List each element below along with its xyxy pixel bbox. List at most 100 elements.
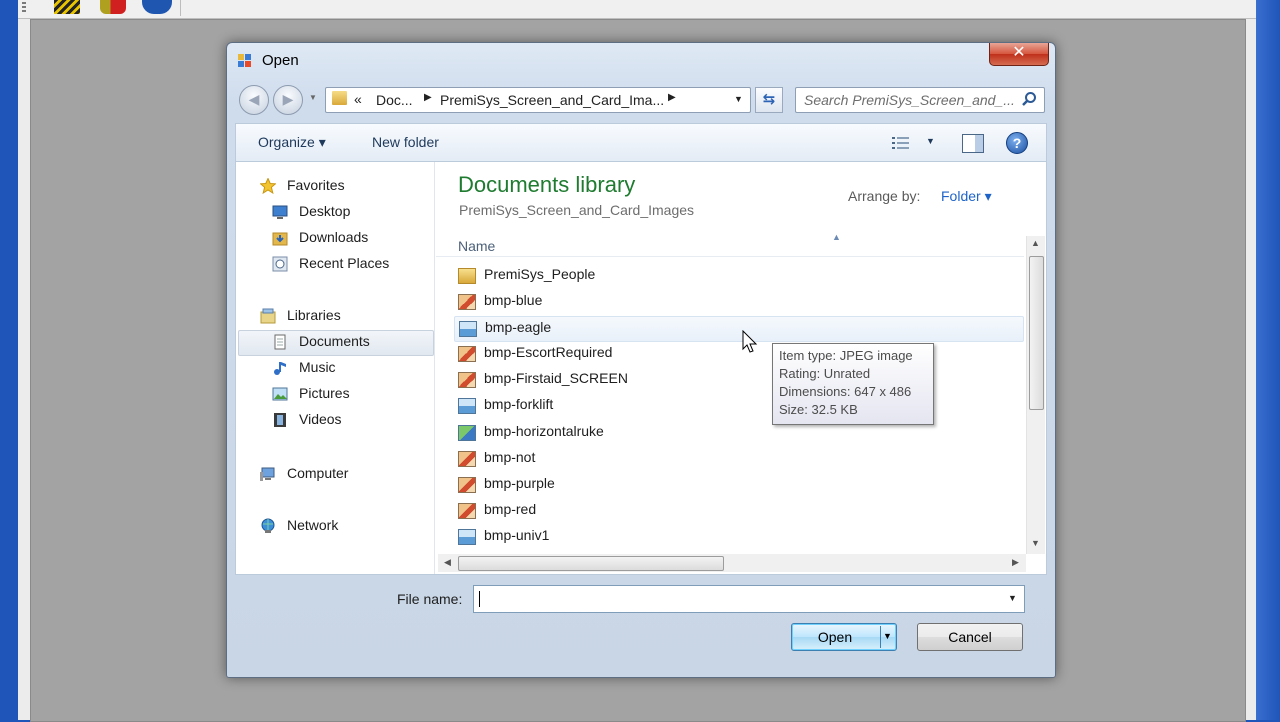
file-name: bmp-univ1 xyxy=(484,527,550,543)
command-bar: Organize ▾ New folder ▼ ? xyxy=(235,123,1047,162)
file-name-dropdown-icon[interactable]: ▼ xyxy=(1008,593,1017,603)
pictures-icon xyxy=(272,387,288,401)
bitmap-icon xyxy=(458,477,476,493)
vertical-scroll-thumb[interactable] xyxy=(1029,256,1044,410)
videos-icon xyxy=(274,413,286,427)
file-name: bmp-EscortRequired xyxy=(484,344,613,360)
vertical-scrollbar[interactable]: ▲ ▼ xyxy=(1026,236,1045,554)
open-options-dropdown-icon[interactable]: ▼ xyxy=(883,631,892,641)
tooltip-rating: Rating: Unrated xyxy=(779,366,871,381)
cancel-button[interactable]: Cancel xyxy=(917,623,1023,651)
recent-locations-dropdown[interactable]: ▼ xyxy=(309,93,317,102)
horizontal-scroll-thumb[interactable] xyxy=(458,556,724,571)
hazard-tool-icon[interactable] xyxy=(54,0,80,14)
alarm-tool-icon[interactable] xyxy=(100,0,126,14)
search-input[interactable]: Search PremiSys_Screen_and_... xyxy=(795,87,1045,113)
toolbar-grip[interactable] xyxy=(22,2,26,14)
forward-button[interactable]: ▶ xyxy=(273,85,303,115)
scroll-up-icon[interactable]: ▲ xyxy=(1031,238,1040,248)
file-info-tooltip: Item type: JPEG image Rating: Unrated Di… xyxy=(772,343,934,425)
bitmap-icon xyxy=(458,346,476,362)
app-toolbar xyxy=(18,0,1256,19)
desktop-edge xyxy=(1256,0,1280,720)
refresh-button[interactable]: ⇆ xyxy=(755,87,783,113)
file-item[interactable]: bmp-horizontalruke xyxy=(454,421,1024,445)
nav-label: Recent Places xyxy=(299,255,390,271)
organize-button[interactable]: Organize ▾ xyxy=(258,134,326,151)
back-button[interactable]: ◀ xyxy=(239,85,269,115)
desktop-icon xyxy=(272,205,288,219)
scroll-down-icon[interactable]: ▼ xyxy=(1031,538,1040,548)
dialog-title: Open xyxy=(262,52,299,69)
file-pane: Documents library PremiSys_Screen_and_Ca… xyxy=(436,162,1046,574)
file-name: bmp-purple xyxy=(484,475,555,491)
search-icon[interactable] xyxy=(1021,91,1037,107)
text-caret xyxy=(479,591,480,607)
open-button-label: Open xyxy=(817,629,853,645)
file-item-hovered[interactable]: bmp-eagle xyxy=(454,316,1024,342)
library-title: Documents library xyxy=(458,172,636,197)
music-icon xyxy=(274,362,286,375)
new-folder-button[interactable]: New folder xyxy=(372,134,439,150)
scroll-left-icon[interactable]: ◀ xyxy=(444,557,451,568)
file-name: bmp-eagle xyxy=(485,319,552,335)
back-arrow-icon: ◀ xyxy=(248,91,260,107)
dialog-app-icon xyxy=(238,54,252,68)
documents-icon xyxy=(274,334,286,350)
file-item[interactable]: bmp-EscortRequired xyxy=(454,342,1024,366)
file-item[interactable]: bmp-red xyxy=(454,499,1024,523)
address-dropdown-icon[interactable]: ▼ xyxy=(734,94,743,104)
tooltip-size: Size: 32.5 KB xyxy=(779,402,858,417)
bitmap-icon xyxy=(458,294,476,310)
address-bar[interactable]: « Doc... ▶ PremiSys_Screen_and_Card_Ima.… xyxy=(325,87,751,113)
file-name: bmp-not xyxy=(484,449,536,465)
folder-icon xyxy=(332,91,347,105)
file-item[interactable]: PremiSys_People xyxy=(454,264,1024,288)
forward-arrow-icon: ▶ xyxy=(282,91,294,107)
help-icon[interactable]: ? xyxy=(1006,132,1028,154)
file-item[interactable]: bmp-univ1 xyxy=(454,525,1024,549)
nav-label: Network xyxy=(287,517,339,533)
file-list: PremiSys_People bmp-blue bmp-eagle bmp-E… xyxy=(436,264,1024,552)
file-item[interactable]: bmp-Firstaid_SCREEN xyxy=(454,368,1024,392)
jpeg-icon xyxy=(459,321,477,337)
breadcrumb-current-folder[interactable]: PremiSys_Screen_and_Card_Ima... xyxy=(440,92,664,108)
nav-label: Downloads xyxy=(299,229,369,245)
column-header: ▲ Name xyxy=(436,232,1024,257)
view-options-dropdown-icon[interactable]: ▼ xyxy=(926,136,935,146)
breadcrumb-arrow-icon[interactable]: ▶ xyxy=(424,92,432,103)
horizontal-scrollbar[interactable]: ◀ ▶ xyxy=(438,554,1026,572)
nav-label: Computer xyxy=(287,465,349,481)
change-view-icon[interactable] xyxy=(892,136,910,150)
toolbar-separator xyxy=(180,0,181,16)
arrange-by-dropdown[interactable]: Folder ▾ xyxy=(941,188,992,205)
search-placeholder: Search PremiSys_Screen_and_... xyxy=(804,92,1015,108)
nav-label: Favorites xyxy=(287,177,345,193)
breadcrumb-arrow-icon[interactable]: ▶ xyxy=(668,92,676,103)
jpeg-icon xyxy=(458,398,476,414)
file-name-label: File name: xyxy=(397,591,463,607)
bitmap-icon xyxy=(458,451,476,467)
name-column-header[interactable]: Name xyxy=(458,238,495,254)
open-button-divider xyxy=(880,626,881,648)
navigation-pane: Favorites Desktop Downloads Recent Place… xyxy=(236,162,435,574)
libraries-icon xyxy=(260,308,276,324)
refresh-icon: ⇆ xyxy=(762,91,776,108)
file-name: bmp-horizontalruke xyxy=(484,423,604,439)
file-name: bmp-forklift xyxy=(484,396,554,412)
file-name: bmp-red xyxy=(484,501,537,517)
breadcrumb-documents[interactable]: Doc... xyxy=(376,92,413,108)
file-item[interactable]: bmp-purple xyxy=(454,473,1024,497)
close-button[interactable]: ✕ xyxy=(989,43,1049,66)
scroll-right-icon[interactable]: ▶ xyxy=(1012,557,1019,568)
file-name-input[interactable]: ▼ xyxy=(473,585,1025,613)
file-item[interactable]: bmp-blue xyxy=(454,290,1024,314)
open-button[interactable]: Open ▼ xyxy=(791,623,897,651)
file-item[interactable]: bmp-forklift xyxy=(454,394,1024,418)
recent-places-icon xyxy=(272,256,288,272)
file-item[interactable]: bmp-not xyxy=(454,447,1024,471)
user-tool-icon[interactable] xyxy=(142,0,172,14)
preview-pane-icon[interactable] xyxy=(962,134,984,153)
hidden-path-chevron[interactable]: « xyxy=(354,91,362,107)
sort-ascending-icon: ▲ xyxy=(832,232,841,242)
